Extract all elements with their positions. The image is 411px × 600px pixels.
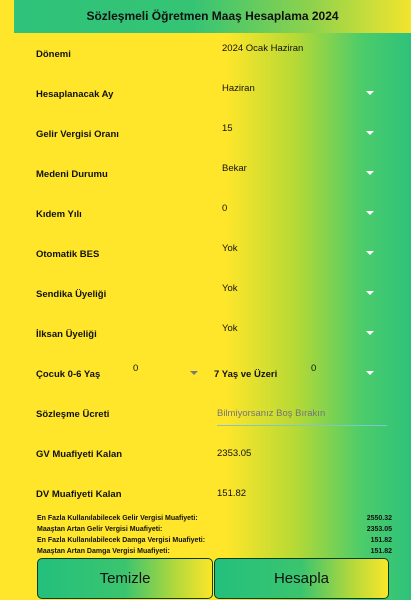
kidem-yili-label: Kıdem Yılı	[36, 209, 82, 220]
page-title: Sözleşmeli Öğretmen Maaş Hesaplama 2024	[86, 9, 339, 23]
otomatik-bes-value[interactable]: Yok	[222, 243, 238, 254]
donemi-value[interactable]: 2024 Ocak Haziran	[222, 43, 303, 54]
summary-label: Maaştan Artan Damga Vergisi Muafiyeti:	[37, 548, 170, 555]
otomatik-bes-label: Otomatik BES	[36, 249, 100, 260]
field-dv-muafiyeti-kalan: DV Muafiyeti Kalan 151.82	[0, 476, 411, 516]
chevron-down-icon[interactable]	[366, 251, 374, 255]
medeni-durumu-value[interactable]: Bekar	[222, 163, 247, 174]
sozlesme-ucreti-input[interactable]	[217, 404, 387, 422]
calculate-button[interactable]: Hesapla	[214, 558, 389, 599]
field-gv-muafiyeti-kalan: GV Muafiyeti Kalan 2353.05	[0, 436, 411, 476]
summary-value: 2550.32	[366, 515, 392, 522]
cocuk-7-ustu-label: 7 Yaş ve Üzeri	[214, 369, 278, 380]
chevron-down-icon[interactable]	[366, 371, 374, 375]
summary-value: 151.82	[370, 537, 392, 544]
select-sendika-uyeligi[interactable]: Sendika Üyeliği Yok	[0, 276, 411, 316]
chevron-down-icon[interactable]	[366, 291, 374, 295]
cocuk-7-ustu-value[interactable]: 0	[311, 363, 316, 374]
sozlesme-ucreti-label: Sözleşme Ücreti	[36, 409, 110, 420]
medeni-durumu-label: Medeni Durumu	[36, 169, 108, 180]
summary-value: 2353.05	[366, 526, 392, 533]
summary-label: En Fazla Kullanılabilecek Damga Vergisi …	[37, 537, 206, 544]
chevron-down-icon[interactable]	[366, 171, 374, 175]
summary-label: Maaştan Artan Gelir Vergisi Muafiyeti:	[37, 526, 163, 533]
donemi-label: Dönemi	[36, 49, 71, 60]
kidem-yili-value[interactable]: 0	[222, 203, 227, 214]
field-sozlesme-ucreti: Sözleşme Ücreti	[0, 396, 411, 436]
sendika-uyeligi-label: Sendika Üyeliği	[36, 289, 107, 300]
sendika-uyeligi-value[interactable]: Yok	[222, 283, 238, 294]
app-title-bar: Sözleşmeli Öğretmen Maaş Hesaplama 2024	[14, 0, 411, 33]
gv-muafiyeti-kalan-value[interactable]: 2353.05	[217, 448, 251, 459]
hesaplanacak-ay-value[interactable]: Haziran	[222, 83, 255, 94]
select-gelir-vergisi-orani[interactable]: Gelir Vergisi Oranı 15	[0, 116, 411, 156]
ilksan-uyeligi-value[interactable]: Yok	[222, 323, 238, 334]
summary-value: 151.82	[370, 548, 392, 555]
clear-button[interactable]: Temizle	[37, 558, 213, 599]
dv-muafiyeti-kalan-label: DV Muafiyeti Kalan	[36, 489, 122, 500]
select-otomatik-bes[interactable]: Otomatik BES Yok	[0, 236, 411, 276]
gelir-vergisi-orani-value[interactable]: 15	[222, 123, 233, 134]
field-donemi[interactable]: Dönemi 2024 Ocak Haziran	[0, 36, 411, 76]
chevron-down-icon[interactable]	[366, 91, 374, 95]
gv-muafiyeti-kalan-label: GV Muafiyeti Kalan	[36, 449, 123, 460]
chevron-down-icon[interactable]	[190, 371, 198, 375]
gelir-vergisi-orani-label: Gelir Vergisi Oranı	[36, 129, 119, 140]
hesaplanacak-ay-label: Hesaplanacak Ay	[36, 89, 114, 100]
select-kidem-yili[interactable]: Kıdem Yılı 0	[0, 196, 411, 236]
select-medeni-durumu[interactable]: Medeni Durumu Bekar	[0, 156, 411, 196]
children-row: Çocuk 0-6 Yaş 0 7 Yaş ve Üzeri 0	[0, 356, 411, 396]
chevron-down-icon[interactable]	[366, 331, 374, 335]
chevron-down-icon[interactable]	[366, 131, 374, 135]
select-hesaplanacak-ay[interactable]: Hesaplanacak Ay Haziran	[0, 76, 411, 116]
cocuk-0-6-label: Çocuk 0-6 Yaş	[36, 369, 101, 380]
summary-label: En Fazla Kullanılabilecek Gelir Vergisi …	[37, 515, 198, 522]
dv-muafiyeti-kalan-value[interactable]: 151.82	[217, 488, 246, 499]
input-underline	[217, 425, 387, 426]
ilksan-uyeligi-label: İlksan Üyeliği	[36, 329, 97, 340]
select-ilksan-uyeligi[interactable]: İlksan Üyeliği Yok	[0, 316, 411, 356]
cocuk-0-6-value[interactable]: 0	[133, 363, 138, 374]
chevron-down-icon[interactable]	[366, 211, 374, 215]
